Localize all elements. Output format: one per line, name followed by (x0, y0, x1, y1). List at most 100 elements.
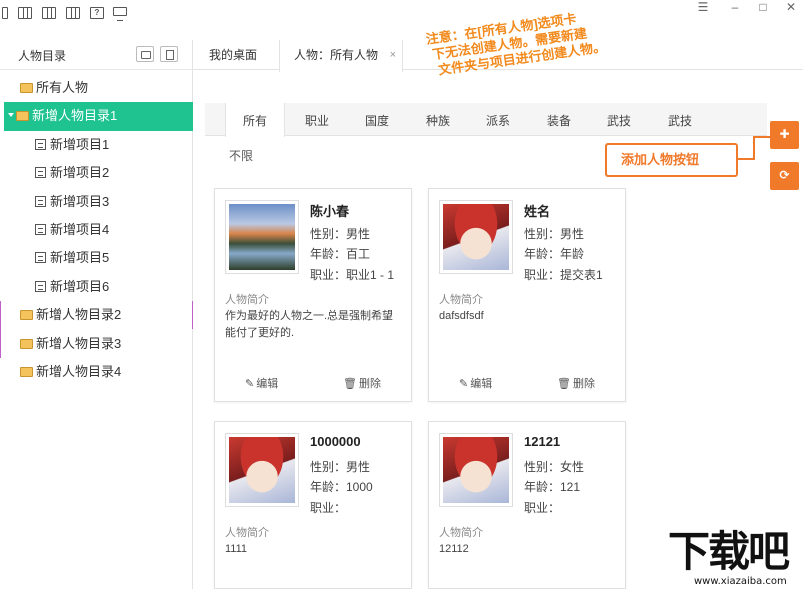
new-folder-button[interactable] (136, 46, 154, 62)
delete-button[interactable]: 🗑 删除 (557, 375, 595, 391)
tree-item-project-3[interactable]: 新增项目3 (4, 188, 193, 216)
tree-item-label: 新增人物目录1 (32, 108, 118, 124)
filter-tab-martial-1[interactable]: 武技 (589, 103, 649, 136)
filter-tab-label: 武技 (667, 114, 692, 128)
delete-button[interactable]: 🗑 删除 (343, 375, 381, 391)
intro-label: 人物简介 (439, 527, 483, 539)
chevron-down-icon[interactable] (8, 113, 14, 118)
filter-tab-label: 所有 (242, 114, 267, 128)
edit-button[interactable]: ✎ 编辑 (459, 375, 492, 391)
character-card[interactable]: 1000000 性别：男性 年龄：1000 职业： 人物简介 1111 (214, 421, 412, 589)
three-pane-icon[interactable] (42, 7, 56, 19)
intro-text: 1111 (225, 543, 248, 555)
close-button[interactable]: ✕ (776, 0, 803, 18)
tab-all-characters[interactable]: 人物：所有人物 × (279, 40, 404, 72)
character-card[interactable]: 姓名 性别：男性 年龄：年龄 职业：提交表1 人物简介 dafsdfsdf ✎ 编… (428, 188, 626, 402)
four-pane-icon[interactable] (66, 7, 80, 19)
character-card[interactable]: 12121 性别：女性 年龄：121 职业： 人物简介 12112 (428, 421, 626, 589)
tree-item-label: 新增项目2 (50, 165, 110, 181)
character-photo (225, 200, 299, 274)
filter-tab-race[interactable]: 种族 (408, 103, 468, 136)
intro-label: 人物简介 (439, 294, 483, 306)
minimize-button[interactable]: – (720, 0, 750, 18)
tree-item-label: 新增项目4 (50, 221, 110, 237)
help-icon[interactable]: ? (90, 7, 104, 19)
delete-label: 删除 (572, 378, 595, 390)
character-job: 职业： (524, 501, 561, 515)
refresh-icon: ⟳ (779, 168, 790, 182)
filter-tab-label: 武技 (606, 114, 631, 128)
tree-item-all-characters[interactable]: 所有人物 (4, 74, 193, 102)
close-icon[interactable]: × (390, 40, 396, 70)
watermark-logo: 下载吧 www.xiazaiba.com (668, 530, 803, 589)
filter-tab-country[interactable]: 国度 (347, 103, 407, 136)
single-pane-icon[interactable] (2, 7, 8, 19)
pencil-icon: ✎ (245, 378, 255, 390)
tree-item-folder-4[interactable]: 新增人物目录4 (4, 358, 193, 386)
tree-item-label: 新增人物目录4 (36, 363, 122, 379)
tree-item-folder-1[interactable]: 新增人物目录1 (4, 102, 193, 131)
character-gender: 性别：男性 (524, 227, 585, 241)
tab-label: 人物：所有人物 (294, 48, 379, 62)
sidebar-title: 人物目录 (18, 49, 67, 63)
anime-portrait-image (229, 437, 295, 503)
sidebar: 人物目录 所有人物 新增人物目录1 新增项目1 新增项目2 新增项目3 新增项目… (0, 40, 193, 589)
tree-item-project-2[interactable]: 新增项目2 (4, 159, 193, 187)
character-card[interactable]: 陈小春 性别：男性 年龄：百工 职业：职业1 - 1 人物简介 作为最好的人物之… (214, 188, 412, 402)
watermark-url: www.xiazaiba.com (694, 576, 787, 587)
tree-item-folder-2[interactable]: 新增人物目录2 (0, 301, 193, 359)
filter-tab-all[interactable]: 所有 (225, 103, 285, 137)
document-icon (35, 280, 46, 292)
folder-icon (20, 366, 33, 377)
tree-item-label: 新增项目6 (50, 278, 110, 294)
menu-icon[interactable]: ☰ (688, 0, 718, 18)
edit-button[interactable]: ✎ 编辑 (245, 375, 278, 391)
character-gender: 性别：女性 (524, 460, 585, 474)
edit-label: 编辑 (470, 378, 493, 390)
tree-item-project-5[interactable]: 新增项目5 (4, 244, 193, 272)
intro-label: 人物简介 (225, 527, 269, 539)
character-name: 姓名 (524, 204, 551, 219)
tree-item-project-1[interactable]: 新增项目1 (4, 131, 193, 159)
card-actions: ✎ 编辑 🗑 删除 (429, 375, 625, 395)
document-icon (35, 252, 46, 264)
two-pane-icon[interactable] (18, 7, 32, 19)
filter-value-unlimited[interactable]: 不限 (229, 147, 253, 164)
new-item-button[interactable] (160, 46, 178, 62)
tree-item-project-6[interactable]: 新增项目6 (4, 273, 193, 301)
filter-tab-equipment[interactable]: 装备 (529, 103, 589, 136)
character-name: 12121 (524, 434, 561, 449)
tree-item-label: 新增项目1 (50, 136, 110, 152)
watermark-text: 下载吧 (668, 527, 790, 576)
filter-tabs: 所有 职业 国度 种族 派系 装备 武技 武技 (205, 103, 767, 137)
callout-connector (753, 136, 755, 160)
tree-item-project-4[interactable]: 新增项目4 (4, 216, 193, 244)
filter-tab-profession[interactable]: 职业 (287, 103, 347, 136)
plus-icon: ✚ (779, 127, 790, 141)
top-toolbar: ? ☰ – □ ✕ (0, 0, 803, 30)
callout-connector (753, 136, 770, 138)
tree-item-folder-3[interactable]: 新增人物目录3 (4, 330, 193, 358)
filter-tab-martial-2[interactable]: 武技 (650, 103, 710, 136)
intro-label: 人物简介 (225, 294, 269, 306)
tree-item-label: 所有人物 (36, 80, 89, 95)
filter-tab-label: 派系 (485, 114, 510, 128)
monitor-icon[interactable] (113, 7, 127, 21)
trash-icon: 🗑 (343, 378, 357, 390)
character-age: 年龄：1000 (310, 480, 373, 494)
tab-my-desktop[interactable]: 我的桌面 (195, 40, 271, 70)
filter-tab-label: 种族 (425, 114, 450, 128)
trash-icon: 🗑 (557, 378, 571, 390)
anime-portrait-image (443, 437, 509, 503)
folder-icon (16, 111, 29, 122)
document-icon (35, 223, 46, 235)
filter-tab-label: 职业 (304, 114, 329, 128)
maximize-button[interactable]: □ (748, 0, 778, 18)
add-character-button[interactable]: ✚ (770, 121, 799, 149)
character-photo (439, 200, 513, 274)
document-icon (35, 138, 46, 150)
refresh-button[interactable]: ⟳ (770, 162, 799, 190)
sidebar-header: 人物目录 (0, 40, 193, 70)
character-job: 职业：职业1 - 1 (310, 268, 395, 282)
filter-tab-faction[interactable]: 派系 (468, 103, 528, 136)
